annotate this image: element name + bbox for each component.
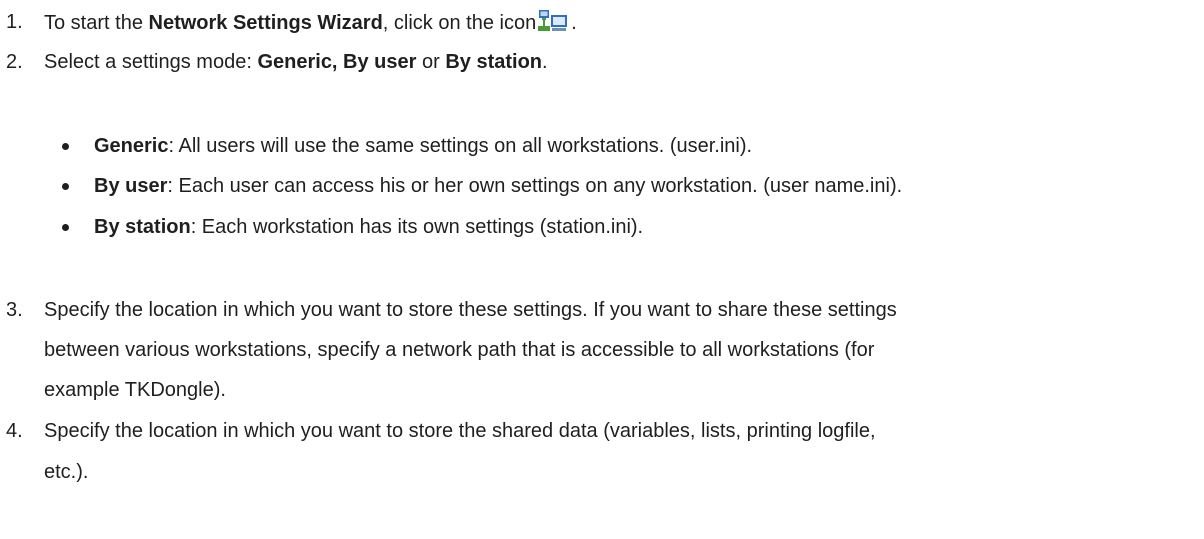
- mode-name: By station: [94, 216, 191, 238]
- bullet-icon: [62, 143, 69, 150]
- step-text: Select a settings mode: Generic, By user…: [44, 51, 548, 73]
- step-number: 4.: [6, 420, 23, 442]
- bullet-icon: [62, 183, 69, 190]
- step-number: 2.: [6, 51, 23, 73]
- mode-desc: : Each workstation has its own settings …: [190, 216, 644, 238]
- step-number: 1.: [6, 11, 23, 33]
- network-wizard-icon[interactable]: [538, 10, 571, 32]
- mode-name: Generic: [94, 135, 169, 157]
- wizard-name: Network Settings Wizard: [148, 12, 383, 34]
- step-text: Specify the location in which you want t…: [44, 299, 897, 321]
- step-text: Specify the location in which you want t…: [44, 420, 876, 442]
- mode-name: By user: [94, 175, 168, 197]
- step-text: between various workstations, specify a …: [44, 339, 875, 361]
- bullet-icon: [62, 224, 69, 231]
- mode-desc: : Each user can access his or her own se…: [167, 175, 903, 197]
- step-text: example TKDongle).: [44, 379, 226, 401]
- step-number: 3.: [6, 299, 23, 321]
- mode-desc: : All users will use the same settings o…: [168, 135, 753, 157]
- step-text: etc.).: [44, 461, 89, 483]
- step-text: To start the Network Settings Wizard, cl…: [44, 10, 577, 34]
